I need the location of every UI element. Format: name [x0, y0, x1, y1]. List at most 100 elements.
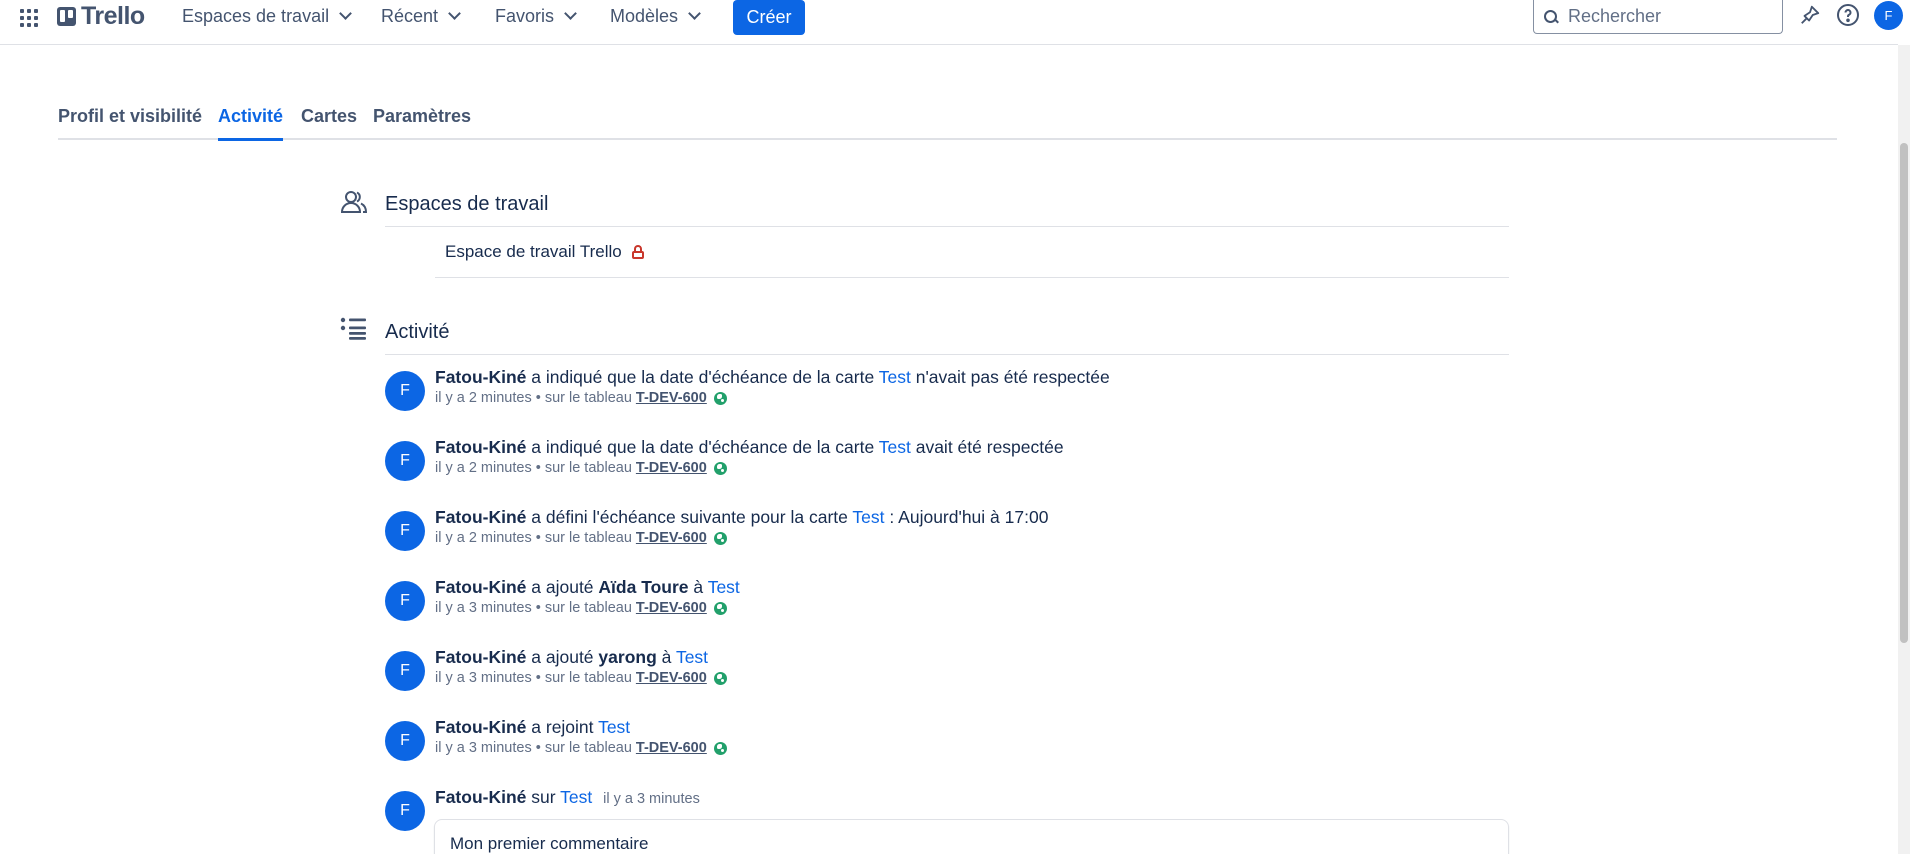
user-avatar[interactable]: F — [385, 791, 425, 831]
public-globe-icon — [713, 461, 727, 475]
activity-user[interactable]: Fatou-Kiné — [435, 787, 526, 807]
board-link[interactable]: T-DEV-600 — [636, 670, 707, 686]
user-avatar[interactable]: F — [385, 441, 425, 481]
nav-templates-menu[interactable]: Modèles — [610, 0, 701, 32]
card-link[interactable]: Test — [598, 717, 630, 737]
board-link[interactable]: T-DEV-600 — [636, 460, 707, 476]
board-prefix: • sur le tableau — [535, 600, 632, 616]
board-link[interactable]: T-DEV-600 — [636, 530, 707, 546]
public-globe-icon — [713, 741, 727, 755]
activity-user[interactable]: Fatou-Kiné — [435, 717, 526, 737]
activity-meta: il y a 3 minutes • sur le tableau T-DEV-… — [435, 600, 727, 616]
activity-user[interactable]: Fatou-Kiné — [435, 647, 526, 667]
user-avatar[interactable]: F — [385, 651, 425, 691]
trello-logo-text: Trello — [81, 1, 145, 30]
board-prefix: • sur le tableau — [535, 460, 632, 476]
activity-user[interactable]: Fatou-Kiné — [435, 367, 526, 387]
activity-action: a ajouté — [531, 647, 594, 667]
activity-user[interactable]: Fatou-Kiné — [435, 437, 526, 457]
board-link[interactable]: T-DEV-600 — [636, 390, 707, 406]
user-avatar[interactable]: F — [385, 511, 425, 551]
scrollbar-thumb[interactable] — [1900, 143, 1908, 643]
activity-time[interactable]: il y a 2 minutes — [435, 460, 532, 476]
nav-starred-menu[interactable]: Favoris — [495, 0, 577, 32]
tab-cards[interactable]: Cartes — [301, 98, 357, 140]
tab-activity[interactable]: Activité — [218, 98, 284, 141]
account-avatar[interactable]: F — [1874, 1, 1903, 30]
activity-meta: il y a 3 minutes • sur le tableau T-DEV-… — [435, 740, 727, 756]
activity-connector: à — [693, 577, 704, 597]
activity-action: a ajouté — [531, 577, 594, 597]
nav-workspaces-label: Espaces de travail — [182, 5, 330, 26]
user-avatar[interactable]: F — [385, 721, 425, 761]
search-input[interactable] — [1568, 6, 1768, 27]
activity-meta: il y a 2 minutes • sur le tableau T-DEV-… — [435, 530, 727, 546]
trello-logo[interactable]: Trello — [57, 2, 145, 30]
chevron-down-icon — [448, 7, 461, 20]
activity-user[interactable]: Fatou-Kiné — [435, 507, 526, 527]
activity-action: a rejoint — [531, 717, 594, 737]
card-link[interactable]: Test — [879, 437, 911, 457]
workspace-item[interactable]: Espace de travail Trello — [435, 227, 1509, 278]
workspaces-section-title: Espaces de travail — [385, 193, 549, 215]
create-button[interactable]: Créer — [733, 0, 805, 35]
user-avatar[interactable]: F — [385, 371, 425, 411]
tab-settings[interactable]: Paramètres — [373, 98, 471, 140]
board-prefix: • sur le tableau — [535, 390, 632, 406]
activity-text: Fatou-Kiné a défini l'échéance suivante … — [435, 507, 1048, 528]
activity-action-end: : Aujourd'hui à 17:00 — [889, 507, 1049, 527]
activity-text: Fatou-Kiné sur Test il y a 3 minutes — [435, 787, 700, 808]
board-link[interactable]: T-DEV-600 — [636, 600, 707, 616]
profile-tabs: Profil et visibilité Activité Cartes Par… — [58, 98, 1837, 141]
search-box[interactable] — [1533, 0, 1783, 34]
public-globe-icon — [713, 601, 727, 615]
activity-text: Fatou-Kiné a indiqué que la date d'échéa… — [435, 367, 1110, 388]
activity-action-end: avait été respectée — [915, 437, 1064, 457]
tab-profile-visibility[interactable]: Profil et visibilité — [58, 98, 202, 140]
lock-icon — [631, 245, 644, 259]
card-link[interactable]: Test — [560, 787, 592, 807]
activity-user[interactable]: Fatou-Kiné — [435, 577, 526, 597]
search-icon — [1544, 9, 1558, 24]
nav-recent-menu[interactable]: Récent — [381, 0, 461, 32]
chevron-down-icon — [339, 7, 352, 20]
activity-list-icon — [340, 316, 368, 344]
card-link[interactable]: Test — [676, 647, 708, 667]
activity-action: sur — [531, 787, 556, 807]
user-avatar[interactable]: F — [385, 581, 425, 621]
workspaces-members-icon — [340, 188, 368, 216]
card-link[interactable]: Test — [852, 507, 884, 527]
activity-time[interactable]: il y a 3 minutes — [603, 791, 700, 807]
chevron-down-icon — [564, 7, 577, 20]
app-switcher-icon[interactable] — [17, 6, 39, 28]
activity-action: a défini l'échéance suivante pour la car… — [531, 507, 848, 527]
comment-box: Mon premier commentaire — [434, 819, 1509, 854]
card-link[interactable]: Test — [879, 367, 911, 387]
nav-starred-label: Favoris — [495, 5, 555, 26]
card-link[interactable]: Test — [708, 577, 740, 597]
public-globe-icon — [713, 671, 727, 685]
nav-workspaces-menu[interactable]: Espaces de travail — [182, 0, 352, 32]
notifications-icon[interactable] — [1797, 2, 1823, 28]
activity-action: a indiqué que la date d'échéance de la c… — [531, 437, 875, 457]
activity-time[interactable]: il y a 2 minutes — [435, 390, 532, 406]
activity-time[interactable]: il y a 3 minutes — [435, 740, 532, 756]
activity-meta: il y a 2 minutes • sur le tableau T-DEV-… — [435, 390, 727, 406]
board-prefix: • sur le tableau — [535, 530, 632, 546]
activity-meta: il y a 2 minutes • sur le tableau T-DEV-… — [435, 460, 727, 476]
activity-time[interactable]: il y a 3 minutes — [435, 600, 532, 616]
help-icon[interactable] — [1835, 2, 1861, 28]
activity-time[interactable]: il y a 3 minutes — [435, 670, 532, 686]
activity-meta: il y a 3 minutes • sur le tableau T-DEV-… — [435, 670, 727, 686]
page-scrollbar[interactable] — [1898, 45, 1910, 854]
added-member[interactable]: yarong — [598, 647, 656, 667]
activity-time[interactable]: il y a 2 minutes — [435, 530, 532, 546]
public-globe-icon — [713, 531, 727, 545]
activity-text: Fatou-Kiné a ajouté Aïda Toure à Test — [435, 577, 740, 598]
activity-divider — [385, 354, 1509, 355]
added-member[interactable]: Aïda Toure — [598, 577, 688, 597]
trello-logo-icon — [57, 6, 76, 26]
nav-templates-label: Modèles — [610, 5, 679, 26]
public-globe-icon — [713, 391, 727, 405]
board-link[interactable]: T-DEV-600 — [636, 740, 707, 756]
